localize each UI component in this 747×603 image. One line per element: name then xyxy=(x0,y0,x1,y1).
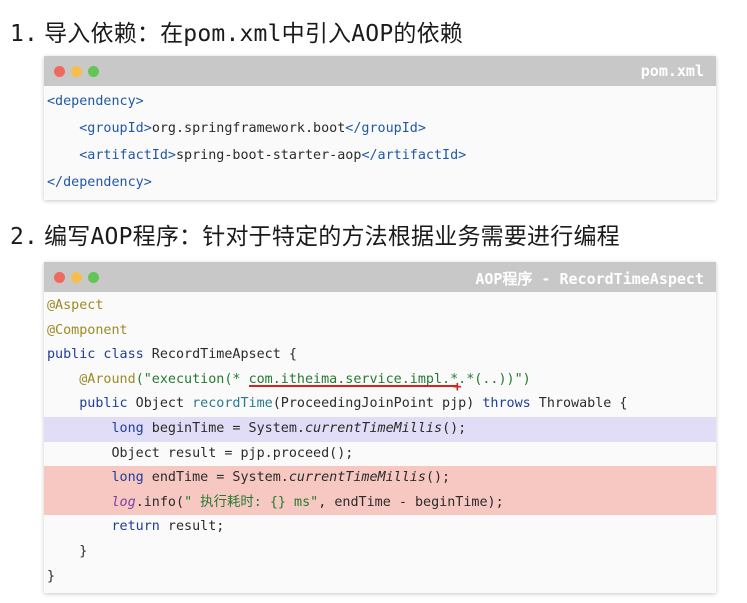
code-line: } xyxy=(44,565,716,590)
code-text: (ProceedingJoinPoint pjp) xyxy=(272,396,483,412)
minimize-dot-icon xyxy=(71,272,82,283)
code-text: (); xyxy=(425,470,451,486)
log-field: log xyxy=(111,494,136,510)
closing-brace: } xyxy=(79,543,88,559)
pom-window-titlebar: pom.xml xyxy=(44,56,716,86)
code-line: <groupId>org.springframework.boot</group… xyxy=(44,115,716,142)
string-literal: .*(..))") xyxy=(458,371,531,387)
code-text: endTime = System. xyxy=(143,470,289,486)
group-id-value: org.springframework.boot xyxy=(151,121,346,136)
method-name: recordTime xyxy=(192,396,273,412)
code-line-highlighted: long endTime = System.currentTimeMillis(… xyxy=(44,466,716,491)
code-line: return result; xyxy=(44,515,716,540)
step1-heading: 1. 导入依赖：在pom.xml中引入AOP的依赖 xyxy=(10,14,463,48)
code-text: Object result = pjp.proceed(); xyxy=(111,445,354,461)
pom-window-title: pom.xml xyxy=(640,62,704,80)
keyword: long xyxy=(111,470,144,486)
code-line: <artifactId>spring-boot-starter-aop</art… xyxy=(44,142,716,169)
aop-code-block: @Aspect @Component public class RecordTi… xyxy=(44,292,716,593)
code-line: Object result = pjp.proceed(); xyxy=(44,442,716,467)
code-line-highlighted: long beginTime = System.currentTimeMilli… xyxy=(44,416,716,442)
code-text: Throwable { xyxy=(530,396,628,412)
keyword: long xyxy=(111,420,144,436)
minimize-dot-icon xyxy=(71,66,82,77)
code-line-around: @Around("execution(* com.itheima.service… xyxy=(44,368,716,393)
xml-tag: <dependency> xyxy=(47,94,144,109)
keyword: public class xyxy=(47,347,144,363)
pom-code-window: pom.xml <dependency> <groupId>org.spring… xyxy=(44,56,716,200)
keyword: return xyxy=(111,519,160,535)
code-text: result; xyxy=(159,519,225,535)
keyword: throws xyxy=(482,396,531,412)
code-line: public Object recordTime(ProceedingJoinP… xyxy=(44,392,716,417)
close-dot-icon xyxy=(54,66,65,77)
xml-tag: </groupId> xyxy=(345,121,426,136)
code-line: <dependency> xyxy=(44,88,716,115)
code-text: .info( xyxy=(135,494,185,510)
maximize-dot-icon xyxy=(88,66,99,77)
plus-marker-icon: + xyxy=(453,378,462,395)
code-line-highlighted: log.info(" 执行耗时: {} ms", endTime - begin… xyxy=(44,490,716,516)
aop-window-title: AOP程序 - RecordTimeAspect xyxy=(475,270,704,288)
code-line: @Component xyxy=(44,319,716,344)
close-dot-icon xyxy=(54,272,65,283)
keyword: public xyxy=(79,396,128,412)
step2-number: 2. xyxy=(10,224,39,250)
xml-tag: <groupId> xyxy=(79,121,152,136)
static-method: currentTimeMillis xyxy=(288,470,426,486)
step1-title: 导入依赖：在pom.xml中引入AOP的依赖 xyxy=(44,21,463,47)
code-text: (); xyxy=(442,420,467,436)
xml-tag: </dependency> xyxy=(47,175,152,190)
code-line: </dependency> xyxy=(44,169,716,196)
annotation-aspect: @Aspect xyxy=(47,298,104,313)
code-text: beginTime = System. xyxy=(143,420,305,436)
closing-brace: } xyxy=(47,568,56,584)
annotation-around: @Around xyxy=(79,371,136,387)
step1-number: 1. xyxy=(10,21,39,47)
step2-title: 编写AOP程序：针对于特定的方法根据业务需要进行编程 xyxy=(44,224,620,250)
pom-code-block: <dependency> <groupId>org.springframewor… xyxy=(44,86,716,200)
step2-heading: 2. 编写AOP程序：针对于特定的方法根据业务需要进行编程 xyxy=(10,217,620,251)
code-line: } xyxy=(44,540,716,565)
xml-tag: <artifactId> xyxy=(79,148,176,163)
aop-window-titlebar: AOP程序 - RecordTimeAspect xyxy=(44,262,716,292)
aop-code-window: AOP程序 - RecordTimeAspect @Aspect @Compon… xyxy=(44,262,716,594)
code-text: Object xyxy=(127,396,193,412)
static-method: currentTimeMillis xyxy=(305,420,443,436)
string-literal: " 执行耗时: {} ms" xyxy=(184,494,319,510)
pointcut-underline xyxy=(248,384,459,387)
xml-tag: </artifactId> xyxy=(361,148,467,163)
artifact-id-value: spring-boot-starter-aop xyxy=(176,148,362,163)
code-text: , endTime - beginTime); xyxy=(318,494,504,510)
string-literal: ("execution(* xyxy=(135,371,249,387)
class-declaration: RecordTimeApsect { xyxy=(143,347,297,363)
maximize-dot-icon xyxy=(88,272,99,283)
annotation-component: @Component xyxy=(47,322,128,338)
code-line: @Aspect xyxy=(44,294,716,319)
code-line: public class RecordTimeApsect { xyxy=(44,343,716,368)
